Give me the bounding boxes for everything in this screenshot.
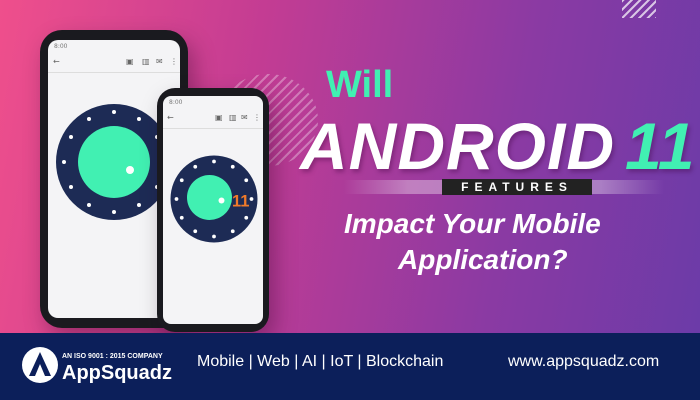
promo-banner: 8:00 ← ▣ ▥ ✉ ⋮ 11 — [0, 0, 700, 400]
status-bar: 8:00 — [48, 40, 180, 52]
brand-name: AppSquadz — [62, 362, 172, 384]
app-toolbar: ← ▣ ▥ ✉ ⋮ — [163, 110, 263, 129]
iso-certification: AN ISO 9001 : 2015 COMPANY — [62, 353, 163, 360]
back-arrow-icon: ← — [53, 57, 60, 66]
more-icon: ⋮ — [253, 113, 261, 122]
mail-icon: ✉ — [241, 113, 248, 122]
android-11-logo: 11 — [170, 155, 258, 243]
features-bar: FEATURES — [344, 179, 664, 195]
striped-corner-decoration — [622, 0, 656, 18]
delete-icon: ▥ — [229, 113, 237, 122]
save-icon: ▣ — [215, 113, 223, 122]
headline-will: Will — [326, 64, 394, 106]
website-link[interactable]: www.appsquadz.com — [508, 353, 659, 371]
logo-number: 11 — [232, 193, 249, 211]
features-label: FEATURES — [442, 179, 592, 195]
small-phone: 8:00 ← ▣ ▥ ✉ ⋮ 11 — [157, 88, 269, 332]
footer-bar: AN ISO 9001 : 2015 COMPANY AppSquadz Mob… — [0, 333, 700, 400]
headline-android-number: 11 — [625, 109, 696, 183]
appsquadz-logo-icon — [22, 347, 58, 383]
app-toolbar: ← ▣ ▥ ✉ ⋮ — [48, 54, 180, 73]
small-phone-screen: 8:00 ← ▣ ▥ ✉ ⋮ 11 — [163, 96, 263, 324]
headline-line2: Application? — [398, 244, 568, 275]
android-11-logo: 11 — [56, 104, 174, 220]
save-icon: ▣ — [126, 57, 134, 66]
services-list: Mobile | Web | AI | IoT | Blockchain — [197, 353, 444, 370]
headline-android: ANDROID 11 — [300, 108, 696, 184]
headline-line1: Impact Your Mobile — [344, 208, 601, 239]
more-icon: ⋮ — [170, 57, 178, 66]
back-arrow-icon: ← — [167, 113, 174, 122]
status-time: 8:00 — [169, 99, 183, 106]
mail-icon: ✉ — [156, 57, 163, 66]
status-bar: 8:00 — [163, 96, 263, 108]
delete-icon: ▥ — [142, 57, 150, 66]
headline-android-word: ANDROID — [300, 109, 615, 183]
status-time: 8:00 — [54, 43, 68, 50]
